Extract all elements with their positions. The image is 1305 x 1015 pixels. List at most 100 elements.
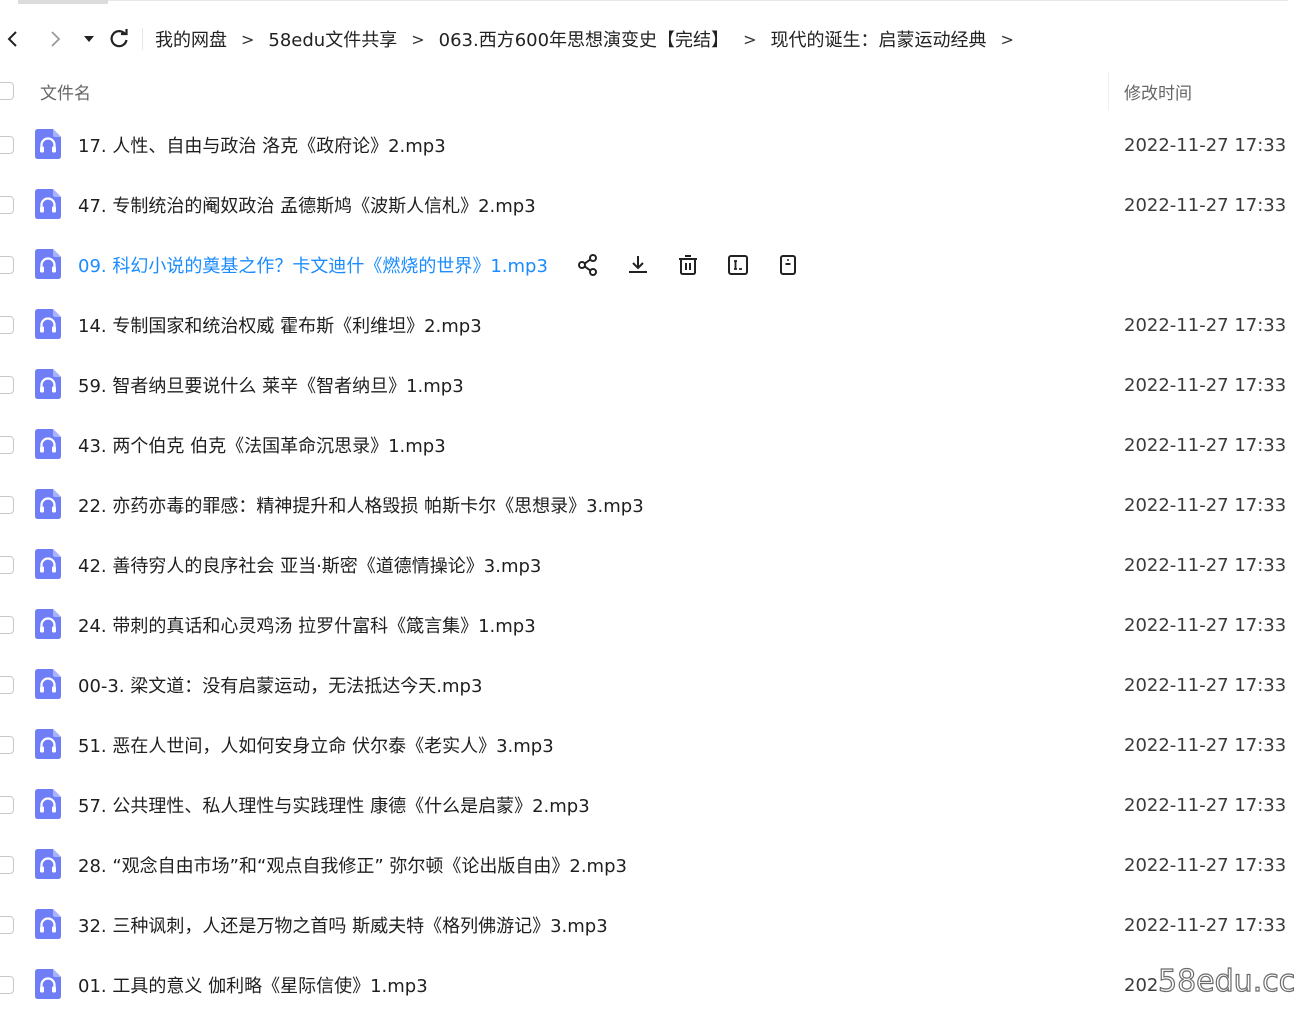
file-name[interactable]: 28. “观念自由市场”和“观点自我修正” 弥尔顿《论出版自由》2.mp3 <box>78 852 627 878</box>
file-name[interactable]: 57. 公共理性、私人理性与实践理性 康德《什么是启蒙》2.mp3 <box>78 792 590 818</box>
modified-time: 2022-11-27 17:33 <box>1124 614 1287 636</box>
modified-time: 2022-11-27 17:33 <box>1124 434 1287 456</box>
breadcrumb-item-root[interactable]: 我的网盘 <box>155 26 227 52</box>
file-name[interactable]: 59. 智者纳旦要说什么 莱辛《智者纳旦》1.mp3 <box>78 372 464 398</box>
row-checkbox[interactable] <box>0 856 14 874</box>
file-list: 17. 人性、自由与政治 洛克《政府论》2.mp3 2022-11-27 17:3… <box>0 115 1305 1015</box>
audio-file-icon <box>35 729 61 759</box>
table-row[interactable]: 00-3. 梁文道：没有启蒙运动，无法抵达今天.mp3 2022-11-27 17… <box>0 655 1305 715</box>
tab-indicator <box>18 0 108 4</box>
table-row[interactable]: 17. 人性、自由与政治 洛克《政府论》2.mp3 2022-11-27 17:3… <box>0 115 1305 175</box>
file-name[interactable]: 51. 恶在人世间，人如何安身立命 伏尔泰《老实人》3.mp3 <box>78 732 554 758</box>
row-checkbox[interactable] <box>0 496 14 514</box>
refresh-icon <box>110 29 128 48</box>
audio-file-icon <box>35 429 61 459</box>
share-icon <box>576 253 600 277</box>
row-checkbox[interactable] <box>0 316 14 334</box>
row-checkbox[interactable] <box>0 736 14 754</box>
table-row[interactable]: 43. 两个伯克 伯克《法国革命沉思录》1.mp3 2022-11-27 17:3… <box>0 415 1305 475</box>
file-name[interactable]: 22. 亦药亦毒的罪感：精神提升和人格毁损 帕斯卡尔《思想录》3.mp3 <box>78 492 644 518</box>
more-button[interactable] <box>774 251 802 279</box>
modified-time: 202 <box>1124 974 1159 996</box>
modified-time: 2022-11-27 17:33 <box>1124 134 1287 156</box>
audio-file-icon <box>35 609 61 639</box>
audio-file-icon <box>35 789 61 819</box>
modified-time: 2022-11-27 17:33 <box>1124 374 1287 396</box>
modified-time: 2022-11-27 17:33 <box>1124 914 1287 936</box>
breadcrumb-separator: > <box>1000 29 1014 49</box>
row-checkbox[interactable] <box>0 196 14 214</box>
table-row[interactable]: 22. 亦药亦毒的罪感：精神提升和人格毁损 帕斯卡尔《思想录》3.mp3 2022… <box>0 475 1305 535</box>
history-dropdown-button[interactable] <box>76 24 102 54</box>
table-row[interactable]: 14. 专制国家和统治权威 霍布斯《利维坦》2.mp3 2022-11-27 17… <box>0 295 1305 355</box>
download-icon <box>626 253 650 277</box>
file-name[interactable]: 32. 三种讽刺，人还是万物之首吗 斯威夫特《格列佛游记》3.mp3 <box>78 912 608 938</box>
breadcrumb-separator: > <box>411 29 425 49</box>
column-header-modified[interactable]: 修改时间 <box>1124 79 1192 104</box>
row-checkbox[interactable] <box>0 796 14 814</box>
audio-file-icon <box>35 249 61 279</box>
file-name[interactable]: 24. 带刺的真话和心灵鸡汤 拉罗什富科《箴言集》1.mp3 <box>78 612 536 638</box>
table-row[interactable]: 24. 带刺的真话和心灵鸡汤 拉罗什富科《箴言集》1.mp3 2022-11-27… <box>0 595 1305 655</box>
table-row[interactable]: 59. 智者纳旦要说什么 莱辛《智者纳旦》1.mp3 2022-11-27 17:… <box>0 355 1305 415</box>
table-row[interactable]: 47. 专制统治的阉奴政治 孟德斯鸠《波斯人信札》2.mp3 2022-11-27… <box>0 175 1305 235</box>
table-row[interactable]: 28. “观念自由市场”和“观点自我修正” 弥尔顿《论出版自由》2.mp3 202… <box>0 835 1305 895</box>
nav-bar: 我的网盘 > 58edu文件共享 > 063.西方600年思想演变史【完结】 >… <box>0 20 1305 58</box>
rename-icon <box>726 253 750 277</box>
share-button[interactable] <box>574 251 602 279</box>
row-checkbox[interactable] <box>0 616 14 634</box>
download-button[interactable] <box>624 251 652 279</box>
file-name[interactable]: 00-3. 梁文道：没有启蒙运动，无法抵达今天.mp3 <box>78 672 482 698</box>
table-row[interactable]: 01. 工具的意义 伽利略《星际信使》1.mp3 202 <box>0 955 1305 1015</box>
modified-time: 2022-11-27 17:33 <box>1124 314 1287 336</box>
table-row[interactable]: 51. 恶在人世间，人如何安身立命 伏尔泰《老实人》3.mp3 2022-11-2… <box>0 715 1305 775</box>
row-checkbox[interactable] <box>0 916 14 934</box>
row-checkbox[interactable] <box>0 556 14 574</box>
breadcrumb-separator: > <box>743 29 757 49</box>
row-checkbox[interactable] <box>0 136 14 154</box>
file-name[interactable]: 43. 两个伯克 伯克《法国革命沉思录》1.mp3 <box>78 432 446 458</box>
audio-file-icon <box>35 129 61 159</box>
row-checkbox[interactable] <box>0 436 14 454</box>
file-name[interactable]: 14. 专制国家和统治权威 霍布斯《利维坦》2.mp3 <box>78 312 482 338</box>
select-all-checkbox[interactable] <box>0 82 14 100</box>
modified-time: 2022-11-27 17:33 <box>1124 734 1287 756</box>
table-row[interactable]: 42. 善待穷人的良序社会 亚当·斯密《道德情操论》3.mp3 2022-11-2… <box>0 535 1305 595</box>
file-name[interactable]: 09. 科幻小说的奠基之作？卡文迪什《燃烧的世界》1.mp3 <box>78 252 548 278</box>
breadcrumb-item-current[interactable]: 现代的诞生：启蒙运动经典 <box>770 26 986 52</box>
modified-time: 2022-11-27 17:33 <box>1124 194 1287 216</box>
row-actions <box>574 251 802 279</box>
forward-button[interactable] <box>42 24 68 54</box>
breadcrumb-item-course[interactable]: 063.西方600年思想演变史【完结】 <box>439 26 729 52</box>
back-button[interactable] <box>0 24 26 54</box>
audio-file-icon <box>35 309 61 339</box>
table-row[interactable]: 09. 科幻小说的奠基之作？卡文迪什《燃烧的世界》1.mp3 <box>0 235 1305 295</box>
column-header-name[interactable]: 文件名 <box>40 79 91 104</box>
file-name[interactable]: 47. 专制统治的阉奴政治 孟德斯鸠《波斯人信札》2.mp3 <box>78 192 536 218</box>
breadcrumb-separator: > <box>241 29 255 49</box>
modified-time: 2022-11-27 17:33 <box>1124 674 1287 696</box>
row-checkbox[interactable] <box>0 376 14 394</box>
audio-file-icon <box>35 849 61 879</box>
row-checkbox[interactable] <box>0 676 14 694</box>
file-name[interactable]: 01. 工具的意义 伽利略《星际信使》1.mp3 <box>78 972 428 998</box>
refresh-button[interactable] <box>106 24 132 54</box>
file-name[interactable]: 17. 人性、自由与政治 洛克《政府论》2.mp3 <box>78 132 446 158</box>
row-checkbox[interactable] <box>0 976 14 994</box>
modified-time: 2022-11-27 17:33 <box>1124 794 1287 816</box>
table-row[interactable]: 57. 公共理性、私人理性与实践理性 康德《什么是启蒙》2.mp3 2022-11… <box>0 775 1305 835</box>
file-name[interactable]: 42. 善待穷人的良序社会 亚当·斯密《道德情操论》3.mp3 <box>78 552 541 578</box>
audio-file-icon <box>35 189 61 219</box>
column-divider[interactable] <box>1108 72 1109 110</box>
nav-separator <box>142 28 143 50</box>
delete-button[interactable] <box>674 251 702 279</box>
rename-button[interactable] <box>724 251 752 279</box>
top-divider <box>18 0 1288 1</box>
modified-time: 2022-11-27 17:33 <box>1124 554 1287 576</box>
breadcrumb: 我的网盘 > 58edu文件共享 > 063.西方600年思想演变史【完结】 >… <box>155 26 1028 52</box>
table-header: 文件名 修改时间 <box>0 72 1305 110</box>
row-checkbox[interactable] <box>0 256 14 274</box>
audio-file-icon <box>35 969 61 999</box>
breadcrumb-item-share[interactable]: 58edu文件共享 <box>268 26 397 52</box>
table-row[interactable]: 32. 三种讽刺，人还是万物之首吗 斯威夫特《格列佛游记》3.mp3 2022-1… <box>0 895 1305 955</box>
